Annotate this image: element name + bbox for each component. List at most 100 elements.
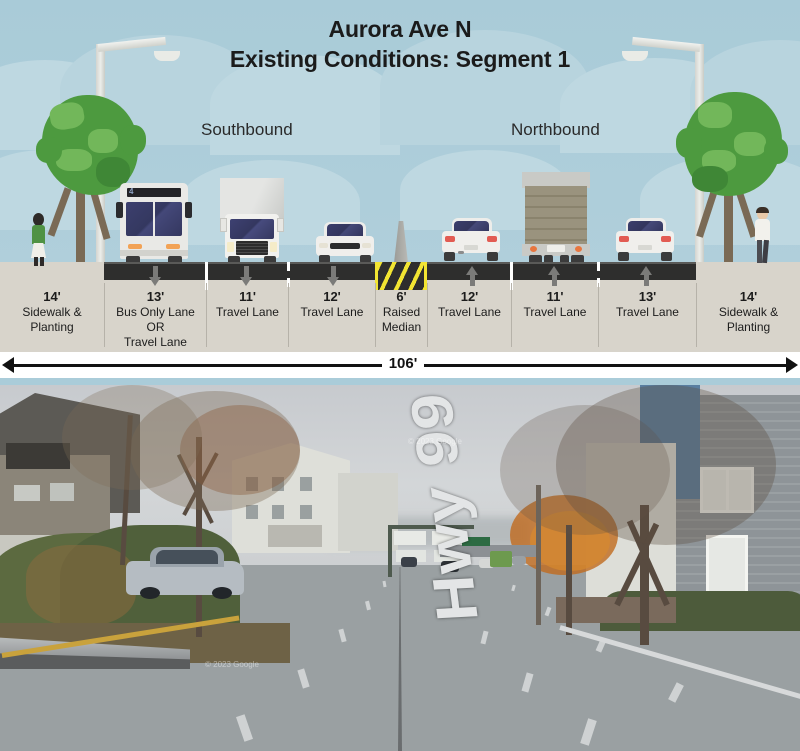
segment-name: Travel Lane bbox=[300, 305, 364, 319]
photo-sign-gantry-mast bbox=[388, 525, 392, 577]
photo-house-balcony bbox=[6, 443, 70, 469]
direction-label-northbound: Northbound bbox=[511, 120, 600, 139]
person-torso bbox=[755, 219, 770, 241]
photo-tree-canopy-bare-right-2 bbox=[500, 405, 670, 535]
bus-headlight bbox=[166, 244, 180, 249]
dimension-line-right bbox=[424, 364, 788, 367]
photo-distant-bus bbox=[490, 551, 512, 567]
car-taillight bbox=[487, 236, 497, 242]
segment-name: Travel Lane bbox=[616, 305, 679, 319]
segment-name-2: Median bbox=[381, 320, 422, 334]
car-windshield bbox=[327, 224, 363, 236]
photo-utility-pole-right bbox=[536, 485, 541, 625]
photo-car-wheel bbox=[212, 587, 232, 599]
photo-lane-dash bbox=[668, 682, 684, 703]
photo-lane-dash bbox=[365, 600, 371, 611]
person-leg bbox=[40, 257, 44, 266]
photo-lane-dash bbox=[338, 628, 347, 643]
car-wheel bbox=[661, 252, 672, 261]
truck-taillight bbox=[575, 246, 582, 252]
segment-label-travel-lane-sb-12: 12' Travel Lane bbox=[288, 283, 375, 347]
car-license-plate bbox=[638, 245, 652, 250]
tree-canopy-lobe bbox=[120, 125, 146, 155]
bus-headlight bbox=[128, 244, 142, 249]
photo-car-silver-window bbox=[156, 550, 218, 564]
photo-lane-dash bbox=[382, 580, 387, 588]
vehicle-car-rear-curb bbox=[614, 218, 676, 264]
title-line-1: Aurora Ave N bbox=[328, 16, 472, 42]
person-hair bbox=[756, 207, 769, 213]
total-width-label: 106' bbox=[388, 355, 418, 372]
bus-windshield-divider bbox=[153, 202, 155, 236]
car-exhaust bbox=[458, 251, 464, 254]
photo-attribution: © 2023 Google bbox=[205, 660, 259, 669]
segment-label-travel-lane-nb-12: 12' Travel Lane bbox=[427, 283, 511, 347]
truck-headlight bbox=[270, 242, 277, 252]
street-view-photograph: Hwy 99 Hwy 99 © 2023 Google © 2023 Googl… bbox=[0, 385, 800, 751]
photo-apartment-window bbox=[300, 505, 312, 519]
tree-branch bbox=[47, 187, 72, 237]
cross-section-diagram: Aurora Ave N Existing Conditions: Segmen… bbox=[0, 0, 800, 385]
photo-building-right-door bbox=[706, 535, 748, 597]
photo-lane-dash bbox=[236, 714, 253, 742]
tree-canopy-lobe bbox=[36, 137, 62, 163]
tree-canopy-shadow bbox=[692, 166, 728, 192]
bus-mirror-left bbox=[116, 202, 123, 218]
car-taillight bbox=[619, 236, 629, 242]
truck-mirror-left bbox=[220, 218, 227, 232]
tree-canopy-highlight bbox=[734, 132, 766, 156]
photo-lane-dash bbox=[521, 672, 534, 693]
car-headlight bbox=[319, 243, 328, 248]
segment-label-travel-lane-sb-11: 11' Travel Lane bbox=[206, 283, 288, 347]
segment-name: Travel Lane bbox=[523, 305, 587, 319]
photo-lane-dash bbox=[480, 630, 489, 645]
truck-license-plate bbox=[547, 245, 565, 252]
tree-canopy-lobe bbox=[764, 138, 788, 164]
photo-house-window bbox=[14, 485, 40, 501]
bus-mirror-right bbox=[185, 202, 192, 218]
segment-name-2: Planting bbox=[30, 320, 74, 334]
segment-width: 13' bbox=[638, 289, 657, 304]
segment-name-2: Planting bbox=[726, 320, 771, 334]
car-license-plate bbox=[464, 245, 478, 250]
photo-lane-dash bbox=[544, 606, 552, 617]
photo-lane-center-seam bbox=[398, 567, 402, 751]
truck-headlight bbox=[227, 242, 234, 252]
truck-taillight bbox=[530, 246, 537, 252]
segment-width: 11' bbox=[239, 289, 256, 304]
photo-tree-trunk-right-2 bbox=[566, 525, 572, 635]
photo-car-wheel bbox=[140, 587, 160, 599]
car-taillight bbox=[661, 236, 671, 242]
photo-lane-dash bbox=[580, 718, 597, 746]
photo-house-window bbox=[50, 483, 74, 501]
segment-label-travel-lane-nb-13: 13' Travel Lane bbox=[598, 283, 696, 347]
vehicle-box-truck-front bbox=[216, 178, 288, 264]
truck-mirror-right bbox=[277, 218, 284, 232]
vehicle-car-rear-nb bbox=[440, 218, 502, 264]
tree-canopy-lobe bbox=[676, 128, 702, 158]
truck-windshield bbox=[230, 219, 274, 239]
truck-grille bbox=[236, 241, 268, 255]
segment-width: 14' bbox=[739, 289, 758, 304]
tree-canopy-highlight bbox=[698, 102, 732, 128]
vehicle-bus: 4 bbox=[116, 180, 192, 264]
truck-roll-door bbox=[525, 186, 587, 248]
car-grille bbox=[330, 243, 360, 249]
car-taillight bbox=[445, 236, 455, 242]
car-headlight bbox=[362, 243, 371, 248]
vehicle-car-front-sb bbox=[314, 222, 376, 264]
photo-lane-dash bbox=[511, 584, 516, 592]
person-leg bbox=[762, 239, 769, 264]
segment-width: 11' bbox=[546, 289, 564, 304]
sidewalk-right bbox=[696, 262, 800, 280]
segment-name: Sidewalk & bbox=[718, 305, 779, 319]
photo-attribution: © 2023 Google bbox=[408, 437, 462, 446]
segment-width: 6' bbox=[396, 289, 407, 304]
photo-apartment-window bbox=[300, 477, 312, 491]
dimension-line-left bbox=[12, 364, 382, 367]
photo-apartment-garage bbox=[268, 525, 322, 547]
photo-lane-dash bbox=[297, 668, 310, 689]
direction-label-southbound: Southbound bbox=[201, 120, 293, 139]
segment-name: Travel Lane bbox=[216, 305, 279, 319]
segment-label-sidewalk-right: 14' Sidewalk & Planting bbox=[696, 283, 800, 347]
